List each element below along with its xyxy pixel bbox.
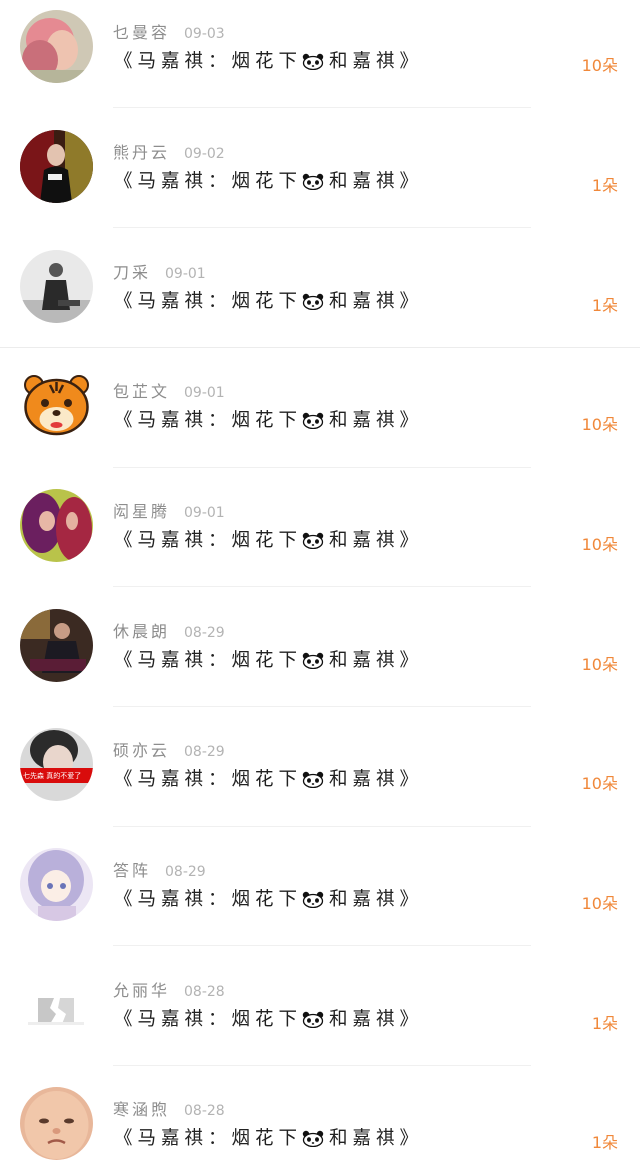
user-name[interactable]: 熊丹云 — [113, 143, 170, 162]
panda-face-icon — [302, 1130, 324, 1147]
baby-face-avatar-icon — [20, 1087, 93, 1160]
gift-date: 08-29 — [184, 744, 225, 760]
user-name[interactable]: 允丽华 — [113, 981, 170, 1000]
list-item[interactable]: 熊丹云 09-02 《马嘉祺：烟花下 和嘉祺》 1朵 — [0, 120, 640, 240]
user-name[interactable]: 寒涵煦 — [113, 1100, 170, 1119]
user-name[interactable]: 休晨朗 — [113, 622, 170, 641]
user-avatar[interactable] — [20, 10, 93, 83]
pink-hair-woman-avatar-icon — [20, 10, 93, 83]
woman-red-background-avatar-icon — [20, 130, 93, 203]
gift-date: 09-01 — [165, 266, 206, 282]
avatar-caption: 七先森 真的不爱了 — [23, 771, 81, 780]
gift-date: 09-01 — [184, 385, 225, 401]
gift-title: 《马嘉祺：烟花下 和嘉祺》 — [114, 171, 424, 192]
flower-count: 1朵 — [591, 1133, 618, 1152]
gift-title: 《马嘉祺：烟花下 和嘉祺》 — [114, 1128, 424, 1149]
list-item[interactable]: 刀采 09-01 《马嘉祺：烟花下 和嘉祺》 1朵 — [0, 240, 640, 360]
user-avatar[interactable] — [20, 1087, 93, 1160]
flower-count: 10朵 — [581, 56, 618, 75]
gift-date: 08-29 — [165, 864, 206, 880]
divider — [113, 227, 531, 228]
user-name[interactable]: 包芷文 — [113, 382, 170, 401]
divider — [113, 107, 531, 108]
gift-title: 《马嘉祺：烟花下 和嘉祺》 — [114, 889, 424, 910]
panda-face-icon — [302, 412, 324, 429]
gift-title: 《马嘉祺：烟花下 和嘉祺》 — [114, 650, 424, 671]
user-name[interactable]: 刀采 — [113, 263, 151, 282]
user-avatar[interactable] — [20, 130, 93, 203]
divider — [113, 706, 531, 707]
cartoon-tiger-avatar-icon — [20, 369, 93, 442]
divider — [113, 1065, 531, 1066]
list-item[interactable]: 寒涵煦 08-28 《马嘉祺：烟花下 和嘉祺》 1朵 — [0, 1077, 640, 1167]
user-name[interactable]: 闳星腾 — [113, 502, 170, 521]
list-item[interactable]: 乜曼容 09-03 《马嘉祺：烟花下 和嘉祺》 10朵 — [0, 0, 640, 120]
panda-face-icon — [302, 532, 324, 549]
gift-record-list: 乜曼容 09-03 《马嘉祺：烟花下 和嘉祺》 10朵 熊丹云 09-02 《马嘉祺：… — [0, 0, 640, 1167]
flower-count: 10朵 — [581, 535, 618, 554]
user-avatar[interactable] — [20, 369, 93, 442]
panda-face-icon — [302, 771, 324, 788]
man-dark-room-avatar-icon — [20, 609, 93, 682]
user-name[interactable]: 答阵 — [113, 861, 151, 880]
flower-count: 10朵 — [581, 415, 618, 434]
man-black-white-avatar-icon — [20, 250, 93, 323]
panda-face-icon — [302, 891, 324, 908]
flower-count: 1朵 — [591, 296, 618, 315]
flower-count: 10朵 — [581, 655, 618, 674]
gift-date: 08-28 — [184, 984, 225, 1000]
divider — [113, 945, 531, 946]
broken-white-heart-avatar-icon — [20, 968, 93, 1041]
list-item[interactable]: 包芷文 09-01 《马嘉祺：烟花下 和嘉祺》 10朵 — [0, 359, 640, 479]
user-name[interactable]: 乜曼容 — [113, 23, 170, 42]
girl-red-band-avatar-icon: 七先森 真的不爱了 — [20, 728, 93, 801]
gift-date: 09-01 — [184, 505, 225, 521]
list-item[interactable]: 七先森 真的不爱了 硕亦云 08-29 《马嘉祺：烟花下 和嘉祺》 10朵 — [0, 718, 640, 838]
divider — [113, 586, 531, 587]
panda-face-icon — [302, 173, 324, 190]
divider — [113, 467, 531, 468]
flower-count: 10朵 — [581, 774, 618, 793]
flower-count: 1朵 — [591, 176, 618, 195]
divider — [113, 826, 531, 827]
list-item[interactable]: 闳星腾 09-01 《马嘉祺：烟花下 和嘉祺》 10朵 — [0, 479, 640, 599]
list-item[interactable]: 允丽华 08-28 《马嘉祺：烟花下 和嘉祺》 1朵 — [0, 958, 640, 1078]
gift-title: 《马嘉祺：烟花下 和嘉祺》 — [114, 410, 424, 431]
list-item[interactable]: 休晨朗 08-29 《马嘉祺：烟花下 和嘉祺》 10朵 — [0, 599, 640, 719]
gift-title: 《马嘉祺：烟花下 和嘉祺》 — [114, 291, 424, 312]
panda-face-icon — [302, 652, 324, 669]
panda-face-icon — [302, 293, 324, 310]
user-name[interactable]: 硕亦云 — [113, 741, 170, 760]
panda-face-icon — [302, 53, 324, 70]
anime-girl-avatar-icon — [20, 848, 93, 921]
gift-title: 《马嘉祺：烟花下 和嘉祺》 — [114, 769, 424, 790]
gift-date: 09-02 — [184, 146, 225, 162]
user-avatar[interactable] — [20, 968, 93, 1041]
gift-date: 08-29 — [184, 625, 225, 641]
user-avatar[interactable] — [20, 489, 93, 562]
user-avatar[interactable]: 七先森 真的不爱了 — [20, 728, 93, 801]
gift-title: 《马嘉祺：烟花下 和嘉祺》 — [114, 1009, 424, 1030]
panda-face-icon — [302, 1011, 324, 1028]
gift-date: 08-28 — [184, 1103, 225, 1119]
flower-count: 1朵 — [591, 1014, 618, 1033]
divider — [0, 347, 640, 348]
gift-title: 《马嘉祺：烟花下 和嘉祺》 — [114, 530, 424, 551]
user-avatar[interactable] — [20, 609, 93, 682]
user-avatar[interactable] — [20, 250, 93, 323]
gift-title: 《马嘉祺：烟花下 和嘉祺》 — [114, 51, 424, 72]
gift-date: 09-03 — [184, 26, 225, 42]
purple-red-hair-avatar-icon — [20, 489, 93, 562]
list-item[interactable]: 答阵 08-29 《马嘉祺：烟花下 和嘉祺》 10朵 — [0, 838, 640, 958]
user-avatar[interactable] — [20, 848, 93, 921]
flower-count: 10朵 — [581, 894, 618, 913]
